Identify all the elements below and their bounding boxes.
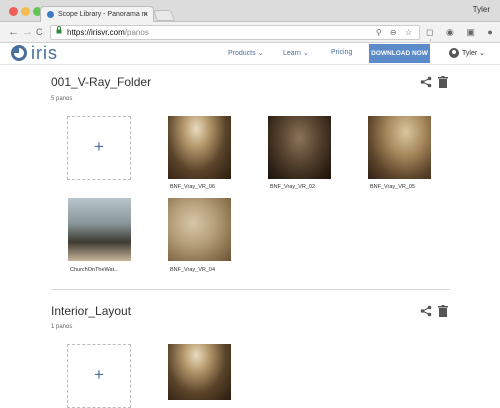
section-divider xyxy=(51,289,450,290)
pano-label[interactable]: BNF_Vray_VR_05 xyxy=(370,184,415,190)
browser-tab[interactable]: Scope Library - Panorama m × xyxy=(40,6,154,22)
reload-icon[interactable]: C xyxy=(36,25,43,39)
user-menu[interactable]: Tyler ⌄ xyxy=(462,49,485,57)
forward-arrow-icon[interactable]: → xyxy=(22,25,33,39)
pano-thumbnail[interactable] xyxy=(168,198,231,261)
trash-icon[interactable] xyxy=(438,76,448,91)
nav-products[interactable]: Products ⌄ xyxy=(228,49,263,57)
nav-learn[interactable]: Learn ⌄ xyxy=(283,49,309,57)
folder-count: 1 panos xyxy=(51,324,73,330)
pano-thumbnail[interactable] xyxy=(68,198,131,261)
pano-label[interactable]: ChurchOnTheWat... xyxy=(70,267,119,273)
browser-profile[interactable]: Tyler xyxy=(473,5,490,14)
tab-title: Scope Library - Panorama m xyxy=(58,11,148,18)
iris-favicon-icon xyxy=(47,11,54,18)
folder-title: Interior_Layout xyxy=(51,304,132,318)
browser-titlebar: Scope Library - Panorama m × Tyler xyxy=(0,0,500,22)
trash-icon[interactable] xyxy=(438,305,448,320)
folder-count: 5 panos xyxy=(51,96,73,102)
pano-thumbnail[interactable] xyxy=(168,116,231,179)
url-path: /panos xyxy=(124,28,149,37)
download-now-button[interactable]: DOWNLOAD NOW xyxy=(369,44,430,63)
user-avatar-icon[interactable] xyxy=(449,48,459,58)
pano-thumbnail[interactable] xyxy=(168,344,231,400)
add-pano-tile[interactable]: + xyxy=(67,344,131,408)
site-header: iris Products ⌄ Learn ⌄ Pricing DOWNLOAD… xyxy=(0,43,500,65)
nav-pricing[interactable]: Pricing xyxy=(331,49,352,56)
url-host: https://irisvr.com xyxy=(67,28,125,37)
close-window-button[interactable] xyxy=(9,7,18,16)
address-bar[interactable]: https://irisvr.com/panos ⚲ ⊖ ☆ xyxy=(50,25,420,40)
pano-thumbnail[interactable] xyxy=(268,116,331,179)
minimize-window-button[interactable] xyxy=(21,7,30,16)
browser-toolbar: ← → C https://irisvr.com/panos ⚲ ⊖ ☆ ◻ ◉… xyxy=(0,22,500,48)
lock-icon xyxy=(56,26,62,39)
folder-title: 001_V-Ray_Folder xyxy=(51,75,152,89)
pano-label[interactable]: BNF_Vray_VR_02 xyxy=(270,184,315,190)
back-arrow-icon[interactable]: ← xyxy=(8,25,19,39)
tab-close-icon[interactable]: × xyxy=(143,7,148,22)
omnibox-icons[interactable]: ⚲ ⊖ ☆ xyxy=(376,26,415,39)
pano-label[interactable]: BNF_Vray_VR_04 xyxy=(170,267,215,273)
share-icon[interactable] xyxy=(420,76,432,91)
add-pano-tile[interactable]: + xyxy=(67,116,131,180)
pano-thumbnail[interactable] xyxy=(368,116,431,179)
logo-text[interactable]: iris xyxy=(31,43,58,63)
iris-logo-icon[interactable] xyxy=(11,45,27,61)
pano-label[interactable]: BNF_Vray_VR_06 xyxy=(170,184,215,190)
new-tab-button[interactable] xyxy=(152,10,176,21)
share-icon[interactable] xyxy=(420,305,432,320)
